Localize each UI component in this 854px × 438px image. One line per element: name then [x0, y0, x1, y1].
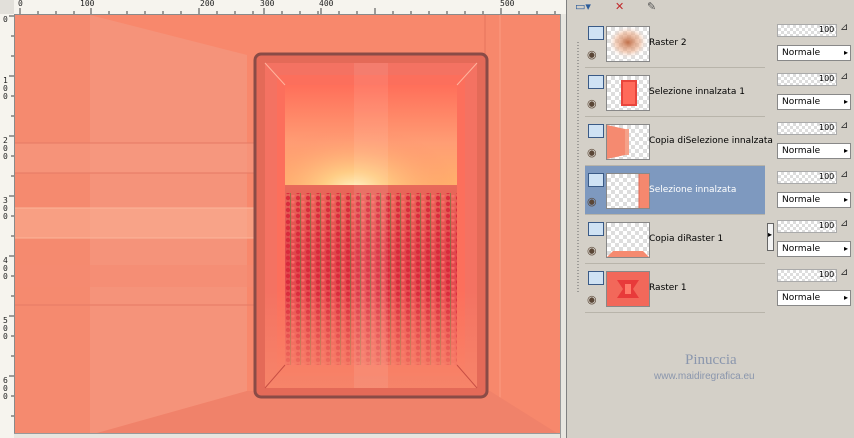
layer-thumbnail — [606, 75, 650, 111]
ruler-label: 1 0 0 — [3, 76, 8, 101]
layer-name: Copia diSelezione innalzata — [649, 136, 773, 146]
eye-icon[interactable]: ◉ — [587, 196, 597, 207]
layer-row[interactable]: ◉ Raster 1 — [585, 264, 765, 313]
eye-icon[interactable]: ◉ — [587, 98, 597, 109]
dropdown-arrow-icon: ▸ — [843, 195, 848, 204]
eye-icon[interactable]: ◉ — [587, 245, 597, 256]
canvas-artwork — [15, 15, 560, 435]
ruler-label: 2 0 0 — [3, 136, 8, 161]
ruler-label: 300 — [260, 0, 275, 8]
eye-icon[interactable]: ◉ — [587, 49, 597, 60]
layer-row[interactable]: ◉ Raster 2 — [585, 19, 765, 68]
dropdown-arrow-icon: ▸ — [843, 293, 848, 302]
layer-name: Copia diRaster 1 — [649, 234, 724, 244]
layer-properties: 100 ⊿ Normale ▸ — [777, 68, 854, 116]
edit-icon[interactable]: ✎ — [647, 0, 656, 14]
dropdown-arrow-icon: ▸ — [843, 97, 848, 106]
layer-thumbnail — [606, 173, 650, 209]
watermark-url: www.maidiregrafica.eu — [654, 371, 755, 382]
ruler-label: 6 0 0 — [3, 376, 8, 401]
ruler-label: 200 — [200, 0, 215, 8]
layer-properties: 100 ⊿ Normale ▸ — [777, 166, 854, 214]
blend-mode-select[interactable]: Normale ▸ — [777, 45, 851, 61]
opacity-value: 100 — [819, 172, 835, 181]
opacity-value: 100 — [819, 221, 835, 230]
layer-name: Raster 2 — [649, 38, 687, 48]
edit-icon[interactable]: ⊿ — [840, 169, 848, 180]
blend-mode-value: Normale — [782, 97, 821, 107]
layer-icon[interactable] — [588, 124, 604, 138]
layer-icon[interactable]: ▭▾ — [575, 0, 591, 14]
layer-icon[interactable] — [588, 26, 604, 40]
blend-mode-value: Normale — [782, 146, 821, 156]
blend-mode-select[interactable]: Normale ▸ — [777, 290, 851, 306]
layer-properties-column: 100 ⊿ Normale ▸ 100 ⊿ Normale ▸ 100 ⊿ Norm… — [773, 19, 854, 438]
layer-row[interactable]: ◉ Selezione innalzata 1 — [585, 68, 765, 117]
ruler-label: 400 — [319, 0, 334, 8]
dropdown-arrow-icon: ▸ — [843, 48, 848, 57]
layer-icon[interactable] — [588, 75, 604, 89]
edit-icon[interactable]: ⊿ — [840, 71, 848, 82]
opacity-value: 100 — [819, 123, 835, 132]
layer-thumbnail — [606, 26, 650, 62]
layer-icon[interactable] — [588, 173, 604, 187]
layer-thumbnail — [606, 124, 650, 160]
blend-mode-value: Normale — [782, 244, 821, 254]
opacity-value: 100 — [819, 74, 835, 83]
blend-mode-value: Normale — [782, 293, 821, 303]
ruler-corner — [0, 0, 15, 15]
ruler-label: 4 0 0 — [3, 256, 8, 281]
blend-mode-select[interactable]: Normale ▸ — [777, 241, 851, 257]
layer-name: Selezione innalzata 1 — [649, 87, 745, 97]
watermark-title: Pinuccia — [685, 352, 737, 368]
ruler-label: 0 — [3, 15, 8, 24]
layer-name: Selezione innalzata — [649, 185, 737, 195]
layer-row[interactable]: ◉ Copia diSelezione innalzata — [585, 117, 773, 166]
layer-name: Raster 1 — [649, 283, 687, 293]
layer-properties: 100 ⊿ Normale ▸ — [777, 19, 854, 67]
ruler-label: 500 — [500, 0, 515, 8]
ruler-label: 100 — [80, 0, 95, 8]
blend-mode-select[interactable]: Normale ▸ — [777, 192, 851, 208]
blend-mode-value: Normale — [782, 48, 821, 58]
blend-mode-value: Normale — [782, 195, 821, 205]
opacity-value: 100 — [819, 25, 835, 34]
layer-row[interactable]: ◉ Copia diRaster 1 — [585, 215, 765, 264]
layer-properties: 100 ⊿ Normale ▸ — [777, 215, 854, 263]
eye-icon[interactable]: ◉ — [587, 294, 597, 305]
delete-layer-icon[interactable]: ✕ — [615, 0, 624, 14]
dropdown-arrow-icon: ▸ — [843, 146, 848, 155]
edit-icon[interactable]: ⊿ — [840, 267, 848, 278]
dropdown-arrow-icon: ▸ — [843, 244, 848, 253]
blend-mode-select[interactable]: Normale ▸ — [777, 94, 851, 110]
group-connector — [577, 42, 579, 292]
edit-icon[interactable]: ⊿ — [840, 22, 848, 33]
horizontal-scrollbar[interactable] — [14, 433, 566, 438]
layer-thumbnail — [606, 271, 650, 307]
blend-mode-select[interactable]: Normale ▸ — [777, 143, 851, 159]
layers-panel: ▭▾ ✕ ✎ ◉ Raster 2 ◉ Selezione innalzata … — [566, 0, 854, 438]
layer-icon[interactable] — [588, 222, 604, 236]
layer-properties: 100 ⊿ Normale ▸ — [777, 117, 854, 165]
canvas-area[interactable]: 0 100 200 300 400 500 0 1 0 0 2 0 0 3 0 … — [0, 0, 566, 438]
ruler-label: 0 — [18, 0, 23, 8]
layer-row-selected[interactable]: ◉ Selezione innalzata — [585, 166, 765, 215]
ruler-label: 3 0 0 — [3, 196, 8, 221]
layer-list: ◉ Raster 2 ◉ Selezione innalzata 1 ◉ Cop… — [585, 19, 773, 438]
image-canvas[interactable] — [15, 15, 560, 435]
vertical-ruler: 0 1 0 0 2 0 0 3 0 0 4 0 0 5 0 0 6 0 0 — [0, 14, 15, 438]
opacity-value: 100 — [819, 270, 835, 279]
layer-properties: 100 ⊿ Normale ▸ — [777, 264, 854, 312]
eye-icon[interactable]: ◉ — [587, 147, 597, 158]
edit-icon[interactable]: ⊿ — [840, 218, 848, 229]
horizontal-ruler: 0 100 200 300 400 500 — [14, 0, 566, 15]
edit-icon[interactable]: ⊿ — [840, 120, 848, 131]
ruler-label: 5 0 0 — [3, 316, 8, 341]
layer-thumbnail — [606, 222, 650, 258]
layer-icon[interactable] — [588, 271, 604, 285]
